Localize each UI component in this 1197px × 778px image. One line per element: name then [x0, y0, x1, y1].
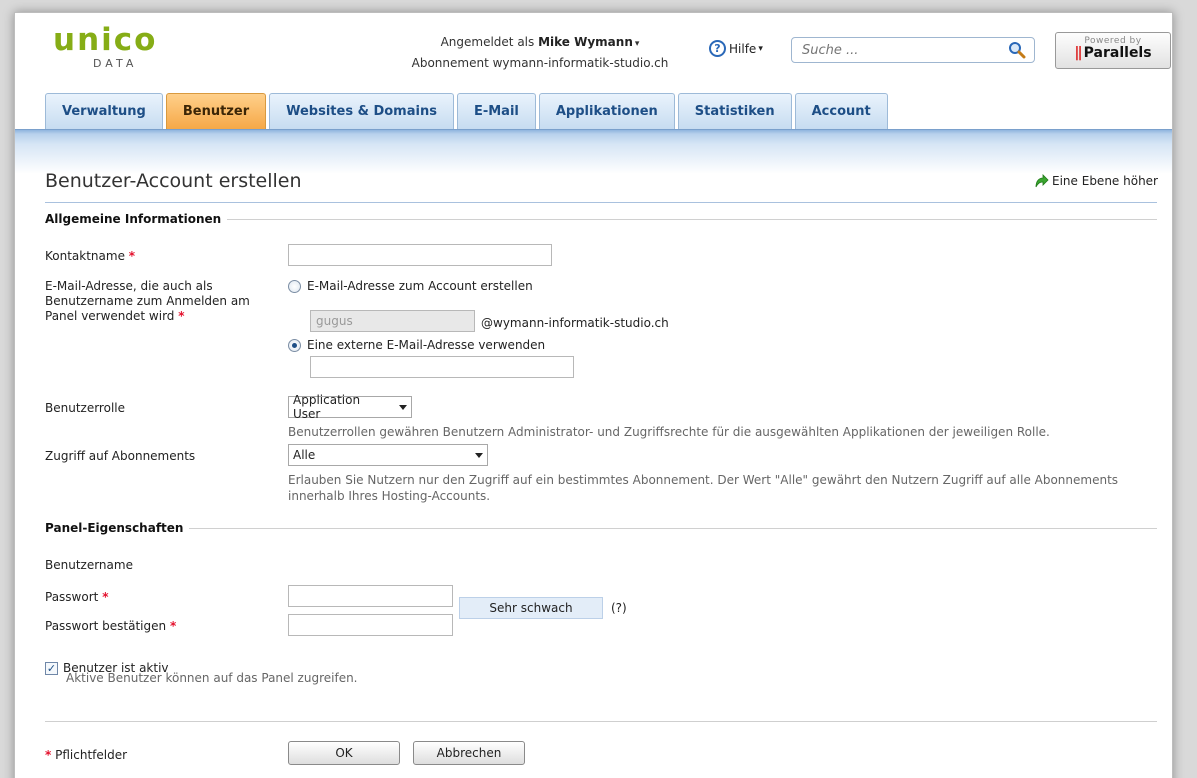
help-icon: ? — [709, 40, 726, 57]
required-asterisk: * — [102, 590, 109, 604]
radio-create-email-button[interactable] — [288, 279, 301, 293]
radio-external-email[interactable]: Eine externe E-Mail-Adresse verwenden — [288, 338, 545, 352]
main-tabs: Verwaltung Benutzer Websites & Domains E… — [45, 83, 891, 131]
search-icon[interactable] — [1008, 41, 1026, 59]
brand-name: Parallels — [1083, 45, 1152, 61]
required-asterisk: * — [128, 249, 136, 263]
unico-logo[interactable]: unico DATA — [53, 22, 158, 71]
footer-divider — [45, 721, 1157, 722]
dropdown-arrow-icon — [399, 404, 407, 410]
email-label: E-Mail-Adresse, die auch als Benutzernam… — [45, 279, 250, 323]
logo-main-text: unico — [53, 22, 158, 58]
tab-statistiken[interactable]: Statistiken — [677, 93, 792, 129]
tab-applikationen[interactable]: Applikationen — [538, 93, 675, 129]
contact-name-input[interactable] — [288, 244, 552, 266]
email-domain-suffix: @wymann-informatik-studio.ch — [481, 316, 669, 330]
tab-email[interactable]: E-Mail — [456, 93, 536, 129]
user-role-value: Application User — [293, 393, 361, 421]
radio-external-email-label: Eine externe E-Mail-Adresse verwenden — [307, 338, 546, 352]
help-label: Hilfe — [729, 41, 757, 56]
required-asterisk: * — [169, 619, 177, 633]
required-asterisk: * — [45, 748, 52, 762]
ok-button[interactable]: OK — [288, 741, 400, 765]
section-panel: Panel-Eigenschaften — [45, 521, 1157, 535]
radio-create-email-label: E-Mail-Adresse zum Account erstellen — [307, 279, 533, 293]
radio-create-email[interactable]: E-Mail-Adresse zum Account erstellen — [288, 279, 533, 293]
username-label: Benutzername — [45, 558, 133, 572]
up-arrow-icon — [1035, 174, 1049, 188]
tab-account[interactable]: Account — [794, 93, 888, 129]
user-info: Angemeldet als Mike Wymann ▾ Abonnement w… — [395, 33, 685, 73]
search-input[interactable] — [802, 39, 1002, 61]
help-caret-icon: ▾ — [758, 43, 763, 54]
tab-benutzer[interactable]: Benutzer — [165, 93, 267, 129]
help-menu[interactable]: ? Hilfe ▾ — [709, 40, 763, 57]
tab-websites-domains[interactable]: Websites & Domains — [269, 93, 454, 129]
subscription-access-label: Zugriff auf Abonnements — [45, 449, 196, 463]
subscription-access-hint: Erlauben Sie Nutzern nur den Zugriff auf… — [288, 473, 1119, 503]
password-label: Passwort * — [45, 590, 109, 604]
contact-name-label: Kontaktname * — [45, 249, 136, 263]
tab-subbar — [15, 129, 1172, 173]
user-role-label: Benutzerrolle — [45, 401, 125, 415]
tab-verwaltung[interactable]: Verwaltung — [45, 93, 163, 129]
user-menu-caret-icon[interactable]: ▾ — [635, 39, 640, 49]
mailbox-name-input — [310, 310, 475, 332]
required-fields-note: * Pflichtfelder — [45, 748, 128, 762]
password-input[interactable] — [288, 585, 453, 607]
user-active-checkbox[interactable]: ✓ — [45, 661, 58, 675]
logo-sub-text: DATA — [93, 57, 138, 70]
subscription-info: Abonnement wymann-informatik-studio.ch — [411, 56, 669, 70]
password-strength-help[interactable]: (?) — [611, 601, 627, 615]
browser-frame: unico DATA Angemeldet als Mike Wymann ▾ A… — [14, 12, 1173, 778]
dropdown-arrow-icon — [475, 452, 483, 458]
subscription-access-value: Alle — [293, 448, 316, 462]
up-one-level-link[interactable]: Eine Ebene höher — [1033, 173, 1158, 189]
confirm-password-input[interactable] — [288, 614, 453, 636]
user-role-hint: Benutzerrollen gewähren Benutzern Admini… — [288, 425, 1050, 439]
user-role-select[interactable]: Application User — [288, 393, 412, 421]
title-divider — [45, 202, 1157, 203]
parallels-bars-icon: || — [1074, 45, 1082, 61]
logged-in-prefix: Angemeldet als — [440, 35, 535, 49]
search-box — [791, 37, 1035, 63]
section-general-title: Allgemeine Informationen — [45, 212, 222, 226]
up-link-label: Eine Ebene höher — [1052, 174, 1158, 188]
cancel-button[interactable]: Abbrechen — [413, 741, 525, 765]
parallels-badge[interactable]: Powered by || Parallels — [1055, 32, 1171, 69]
confirm-password-label: Passwort bestätigen * — [45, 619, 177, 633]
user-line[interactable]: Angemeldet als Mike Wymann ▾ — [395, 33, 685, 54]
radio-external-email-button[interactable] — [288, 338, 301, 352]
page-title: Benutzer-Account erstellen — [45, 170, 302, 192]
external-email-input[interactable] — [310, 356, 574, 378]
required-asterisk: * — [178, 309, 185, 323]
password-strength-indicator: Sehr schwach — [459, 597, 603, 619]
section-general: Allgemeine Informationen — [45, 212, 1157, 226]
user-active-hint: Aktive Benutzer können auf das Panel zug… — [66, 671, 358, 685]
user-name[interactable]: Mike Wymann — [538, 35, 633, 49]
parallels-logo: || Parallels — [1056, 45, 1170, 61]
subscription-access-select[interactable]: Alle — [288, 444, 488, 466]
section-panel-title: Panel-Eigenschaften — [45, 521, 184, 535]
